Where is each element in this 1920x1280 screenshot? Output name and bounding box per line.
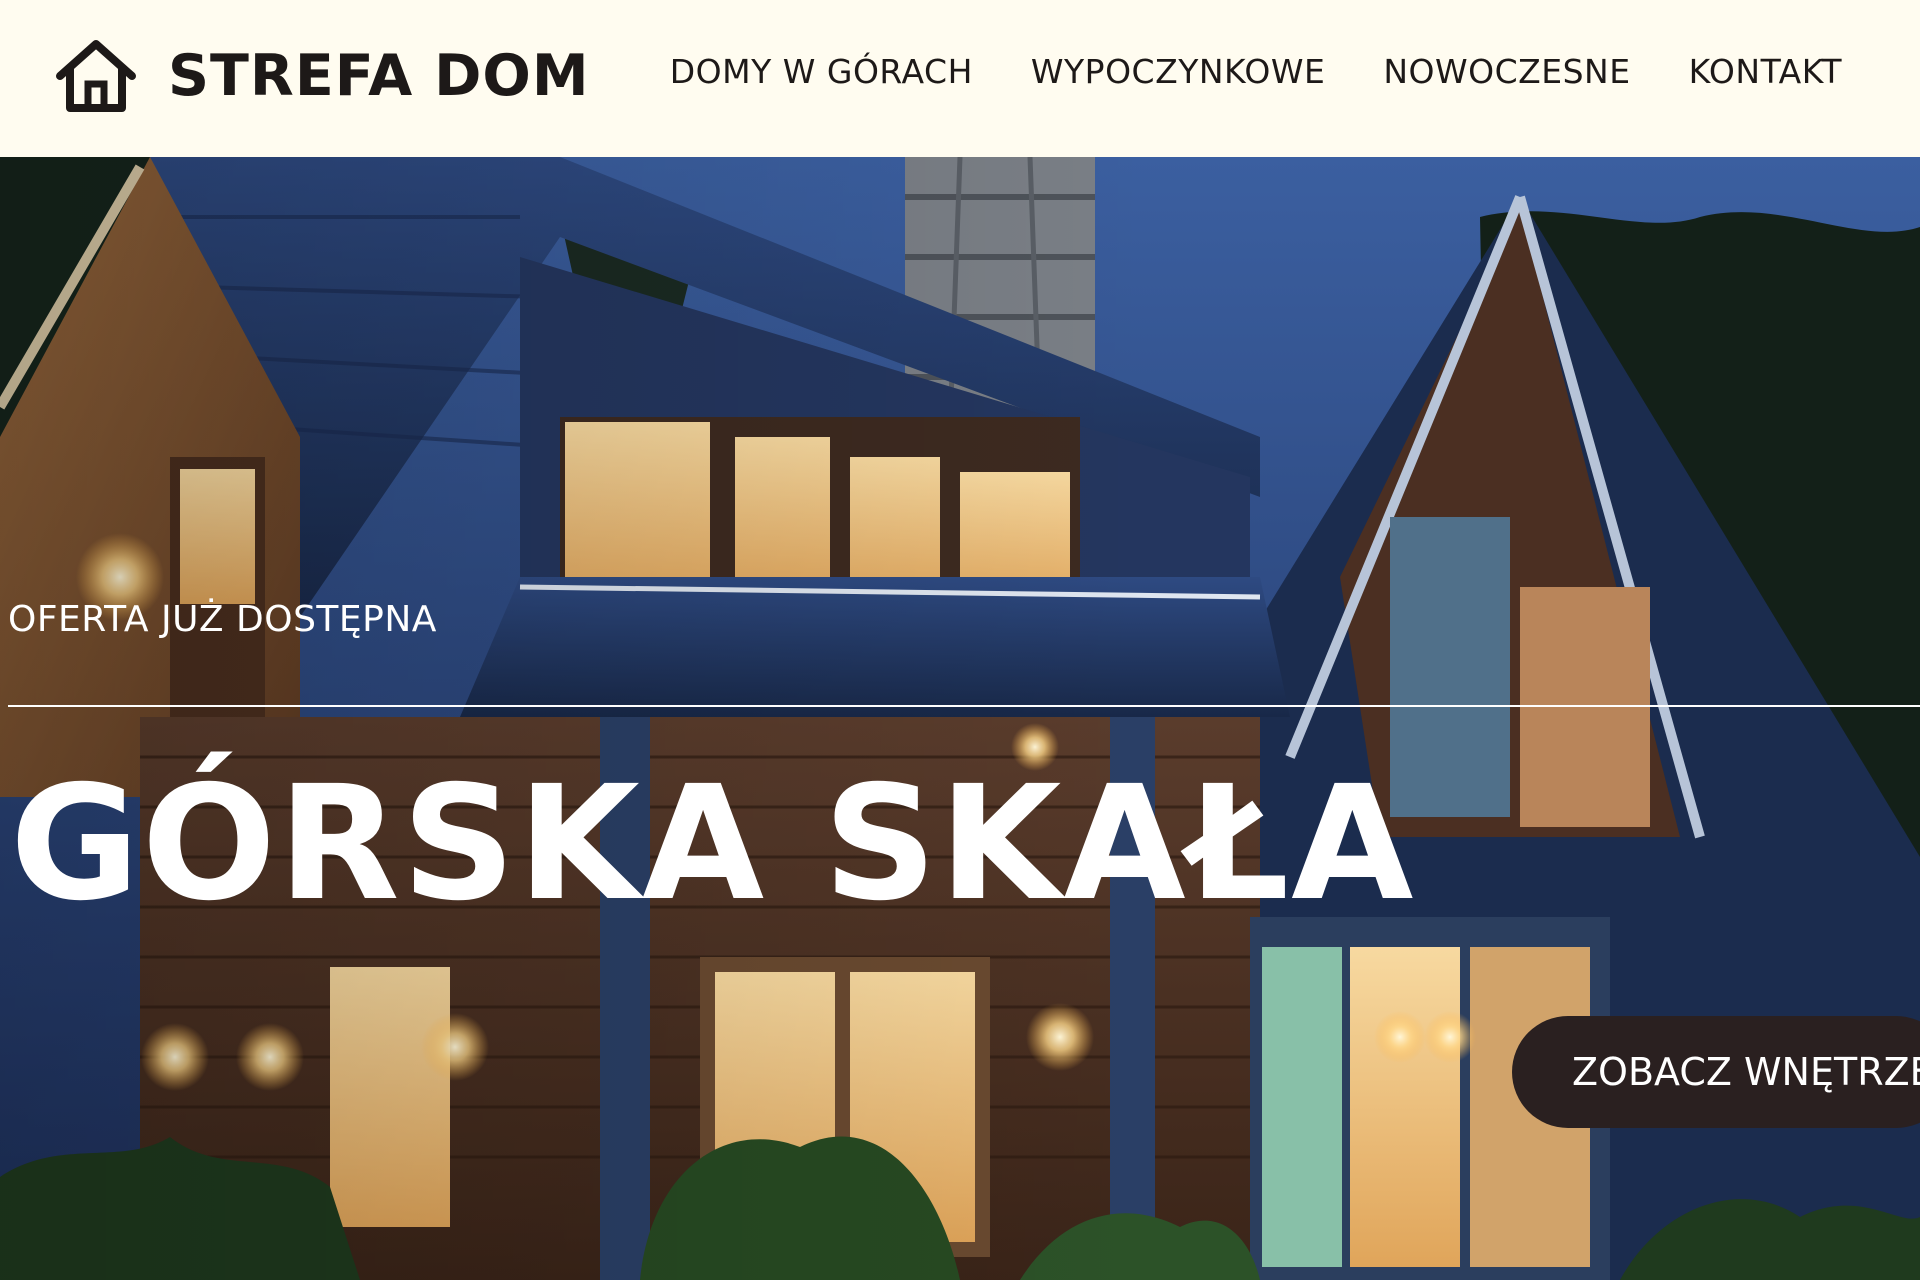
see-interior-button[interactable]: ZOBACZ WNĘTRZE xyxy=(1512,1016,1920,1128)
hero-divider xyxy=(8,705,1920,707)
hero-title: GÓRSKA SKAŁA xyxy=(10,752,1416,936)
nav-link-wypoczynkowe[interactable]: WYPOCZYNKOWE xyxy=(1031,52,1325,91)
main-nav: DOMY W GÓRACH WYPOCZYNKOWE NOWOCZESNE KO… xyxy=(670,52,1842,91)
hero-eyebrow: OFERTA JUŻ DOSTĘPNA xyxy=(8,599,437,640)
site-header: STREFA DOM DOMY W GÓRACH WYPOCZYNKOWE NO… xyxy=(0,0,1920,157)
house-icon xyxy=(54,38,138,114)
nav-link-nowoczesne[interactable]: NOWOCZESNE xyxy=(1383,52,1630,91)
nav-link-domy-w-gorach[interactable]: DOMY W GÓRACH xyxy=(670,52,973,91)
nav-link-kontakt[interactable]: KONTAKT xyxy=(1689,52,1842,91)
hero-section: OFERTA JUŻ DOSTĘPNA GÓRSKA SKAŁA ZOBACZ … xyxy=(0,157,1920,1280)
brand-logo[interactable]: STREFA DOM xyxy=(54,38,590,114)
brand-name: STREFA DOM xyxy=(168,43,590,109)
